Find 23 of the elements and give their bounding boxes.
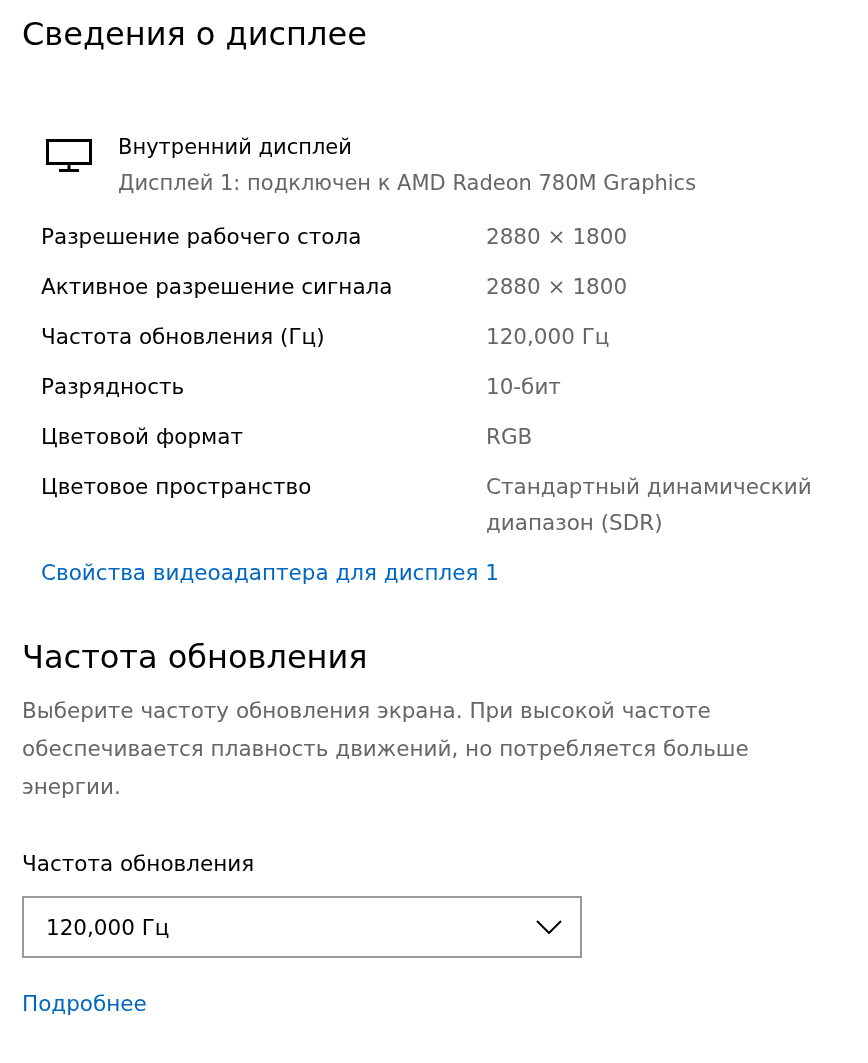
monitor-icon bbox=[46, 139, 92, 173]
property-label: Цветовой формат bbox=[41, 423, 244, 451]
more-info-link[interactable]: Подробнее bbox=[22, 986, 147, 1022]
property-label: Разрядность bbox=[41, 373, 186, 401]
field-label: Частота обновления bbox=[22, 850, 256, 878]
property-value: RGB bbox=[486, 423, 534, 451]
section-heading: Частота обновления bbox=[22, 637, 369, 678]
property-label: Разрешение рабочего стола bbox=[41, 223, 363, 251]
property-label: Частота обновления (Гц) bbox=[41, 323, 326, 351]
page-title: Сведения о дисплее bbox=[22, 14, 368, 55]
refresh-rate-dropdown[interactable]: 120,000 Гц bbox=[22, 896, 582, 958]
section-description: Выберите частоту обновления экрана. При высокой частоте обеспечивается плавность движений, но потребляется больше энергии. bbox=[22, 697, 750, 801]
property-value: Стандартный динамический диапазон (SDR) bbox=[486, 473, 813, 537]
property-value: 2880 × 1800 bbox=[486, 273, 629, 301]
property-value: 10-бит bbox=[486, 373, 562, 401]
adapter-properties-link[interactable]: Свойства видеоадаптера для дисплея 1 bbox=[41, 555, 499, 591]
chevron-down-icon bbox=[536, 920, 562, 934]
property-value: 120,000 Гц bbox=[486, 323, 611, 351]
display-name: Внутренний дисплей bbox=[118, 134, 353, 161]
property-label: Активное разрешение сигнала bbox=[41, 273, 394, 301]
display-subtitle: Дисплей 1: подключен к AMD Radeon 780M Graphics bbox=[118, 170, 697, 197]
property-label: Цветовое пространство bbox=[41, 473, 313, 501]
property-value: 2880 × 1800 bbox=[486, 223, 629, 251]
